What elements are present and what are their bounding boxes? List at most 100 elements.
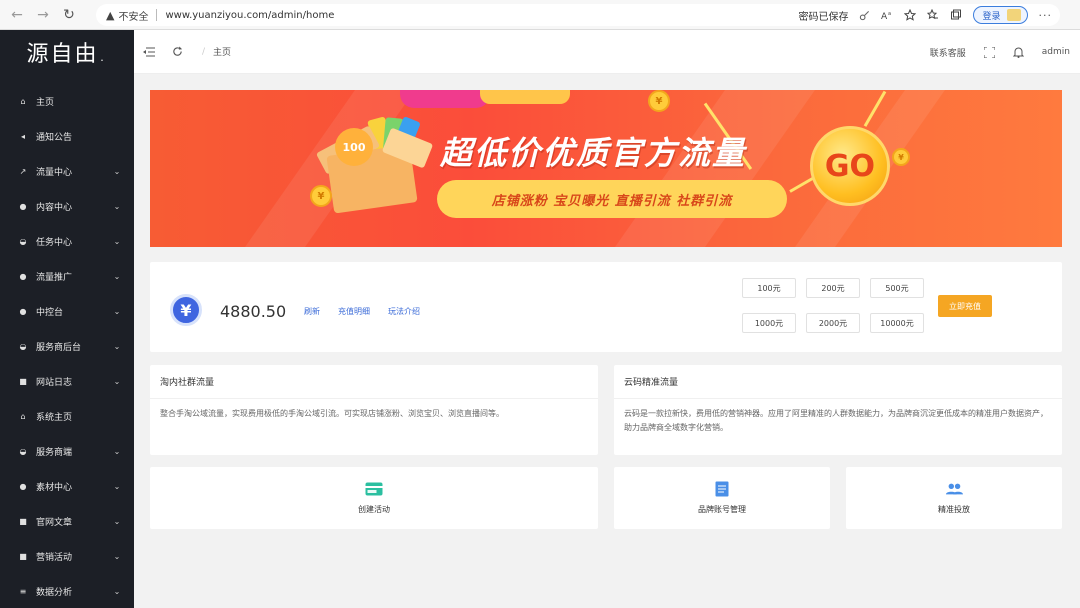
sidebar-item[interactable]: ◂ 通知公告 xyxy=(0,119,134,154)
yen-coin-icon: ¥ xyxy=(892,148,910,166)
forward-icon[interactable]: → xyxy=(30,2,56,28)
sidebar-item[interactable]: ● 中控台 ⌄ xyxy=(0,294,134,329)
material-icon: ● xyxy=(19,482,27,491)
favorite-add-icon[interactable] xyxy=(904,9,917,21)
amount-option-500[interactable]: 500元 xyxy=(870,278,924,298)
chevron-down-icon[interactable]: ⌄ xyxy=(112,377,122,386)
info-card-title: 云码精准流量 xyxy=(614,365,1062,399)
sidebar-item-label: 网站日志 xyxy=(36,378,73,388)
breadcrumb-separator: / xyxy=(202,46,206,57)
chevron-down-icon[interactable]: ⌄ xyxy=(112,552,122,561)
menu-fold-icon[interactable] xyxy=(142,45,156,59)
sidebar: 源自由. ⌂ 主页 ◂ 通知公告 ↗ 流量中心 ⌄ ● 内容中心 ⌄ ◒ 任务中心 ⌄ ● 流量推广 ⌄ ● 中控… xyxy=(0,30,134,608)
info-card-taonei[interactable]: 淘内社群流量 整合手淘公域流量，实现费用极低的手淘公域引流。可实现店铺涨粉、浏览… xyxy=(150,365,598,455)
sidebar-item-label: 中控台 xyxy=(36,308,64,318)
amount-option-100[interactable]: 100元 xyxy=(742,278,796,298)
amount-option-10000[interactable]: 10000元 xyxy=(870,313,924,333)
sidebar-item[interactable]: ● 流量推广 ⌄ xyxy=(0,259,134,294)
svg-text:A: A xyxy=(881,12,888,21)
brand-account-card[interactable]: 品牌账号管理 xyxy=(614,467,830,529)
sidebar-item-label: 营销活动 xyxy=(36,553,73,563)
sidebar-item[interactable]: ■ 网站日志 ⌄ xyxy=(0,364,134,399)
marketing-icon: ■ xyxy=(19,552,27,561)
home-icon: ⌂ xyxy=(20,97,26,106)
promo-banner[interactable]: 100 ¥ ¥ ¥ 超低价优质官方流量 店铺涨粉 宝贝曝光 直播引流 社群引流 … xyxy=(150,90,1062,247)
provider-icon: ◒ xyxy=(19,342,27,351)
key-icon[interactable] xyxy=(859,10,870,21)
sidebar-item[interactable]: ≡ 数据分析 ⌄ xyxy=(0,574,134,608)
sidebar-item-label: 服务商端 xyxy=(36,448,73,458)
fullscreen-icon[interactable] xyxy=(983,46,995,58)
favorites-icon[interactable] xyxy=(927,9,939,21)
chevron-down-icon[interactable]: ⌄ xyxy=(112,167,122,176)
chevron-down-icon[interactable]: ⌄ xyxy=(112,272,122,281)
sidebar-item-label: 任务中心 xyxy=(36,238,73,248)
profile-avatar-icon xyxy=(1006,9,1021,21)
recharge-detail-link[interactable]: 充值明细 xyxy=(338,306,370,317)
info-card-body: 整合手淘公域流量，实现费用极低的手淘公域引流。可实现店铺涨粉、浏览宝贝、浏览直播… xyxy=(160,409,504,418)
play-intro-link[interactable]: 玩法介绍 xyxy=(388,306,420,317)
svg-text:a: a xyxy=(888,11,891,17)
refresh-icon[interactable] xyxy=(170,45,184,59)
go-button[interactable]: GO xyxy=(810,126,890,206)
create-activity-card[interactable]: 创建活动 xyxy=(150,467,598,529)
sidebar-item-label: 系统主页 xyxy=(36,413,73,423)
info-card-yunma[interactable]: 云码精准流量 云码是一款拉新快，费用低的营销神器。应用了阿里精准的人群数据能力，… xyxy=(614,365,1062,455)
contact-service-link[interactable]: 联系客服 xyxy=(930,46,966,59)
back-icon[interactable]: ← xyxy=(4,2,30,28)
collections-icon[interactable] xyxy=(950,9,962,21)
recharge-now-button[interactable]: 立即充值 xyxy=(938,295,992,317)
chevron-down-icon[interactable]: ⌄ xyxy=(112,237,122,246)
url-text[interactable]: www.yuanziyou.com/admin/home xyxy=(165,10,334,21)
chevron-down-icon[interactable]: ⌄ xyxy=(112,482,122,491)
info-card-title: 淘内社群流量 xyxy=(150,365,598,399)
warning-icon[interactable]: ▲ xyxy=(106,9,114,22)
chevron-down-icon[interactable]: ⌄ xyxy=(112,202,122,211)
banner-tagline: 店铺涨粉 宝贝曝光 直播引流 社群引流 xyxy=(437,180,787,218)
more-icon[interactable]: ··· xyxy=(1039,9,1053,22)
sidebar-item[interactable]: ↗ 流量中心 ⌄ xyxy=(0,154,134,189)
user-menu[interactable]: admin xyxy=(1042,47,1070,57)
sidebar-item[interactable]: ◒ 任务中心 ⌄ xyxy=(0,224,134,259)
speaker-icon: ◂ xyxy=(20,132,25,141)
sidebar-item-label: 通知公告 xyxy=(36,133,73,143)
analytics-icon: ≡ xyxy=(19,587,27,596)
sidebar-item[interactable]: ■ 营销活动 ⌄ xyxy=(0,539,134,574)
browser-toolbar: ← → ↻ ▲ 不安全 www.yuanziyou.com/admin/home… xyxy=(0,0,1080,30)
coin-100-icon: 100 xyxy=(335,128,373,166)
sidebar-item[interactable]: ● 内容中心 ⌄ xyxy=(0,189,134,224)
sidebar-item-label: 服务商后台 xyxy=(36,343,82,353)
banner-title: 超低价优质官方流量 xyxy=(440,134,747,172)
logo[interactable]: 源自由. xyxy=(0,30,134,74)
promote-icon: ● xyxy=(19,272,27,281)
chevron-down-icon[interactable]: ⌄ xyxy=(112,342,122,351)
amount-option-200[interactable]: 200元 xyxy=(806,278,860,298)
chevron-down-icon[interactable]: ⌄ xyxy=(112,307,122,316)
precise-delivery-card[interactable]: 精准投放 xyxy=(846,467,1062,529)
card-icon xyxy=(365,482,383,496)
provider-end-icon: ◒ xyxy=(19,447,27,456)
sidebar-item[interactable]: ◒ 服务商端 ⌄ xyxy=(0,434,134,469)
password-saved-label[interactable]: 密码已保存 xyxy=(798,8,848,23)
chevron-down-icon[interactable]: ⌄ xyxy=(112,517,122,526)
sidebar-item[interactable]: ⌂ 系统主页 xyxy=(0,399,134,434)
sidebar-item[interactable]: ● 素材中心 ⌄ xyxy=(0,469,134,504)
yen-coin-icon: ¥ xyxy=(648,90,670,112)
read-aloud-icon[interactable]: Aa xyxy=(881,10,893,21)
users-icon xyxy=(945,482,963,496)
sidebar-item[interactable]: ■ 官网文章 ⌄ xyxy=(0,504,134,539)
reload-icon[interactable]: ↻ xyxy=(56,2,82,28)
sidebar-item[interactable]: ◒ 服务商后台 ⌄ xyxy=(0,329,134,364)
address-bar[interactable]: ▲ 不安全 www.yuanziyou.com/admin/home 密码已保存… xyxy=(96,4,1060,26)
amount-option-2000[interactable]: 2000元 xyxy=(806,313,860,333)
amount-option-1000[interactable]: 1000元 xyxy=(742,313,796,333)
refresh-link[interactable]: 刷新 xyxy=(304,306,320,317)
sidebar-item[interactable]: ⌂ 主页 xyxy=(0,84,134,119)
security-status[interactable]: 不安全 xyxy=(118,8,148,23)
bell-icon[interactable] xyxy=(1012,46,1024,58)
breadcrumb[interactable]: 主页 xyxy=(213,45,231,58)
login-button[interactable]: 登录 xyxy=(973,6,1028,24)
chevron-down-icon[interactable]: ⌄ xyxy=(112,587,122,596)
banner-decoration xyxy=(400,90,490,108)
chevron-down-icon[interactable]: ⌄ xyxy=(112,447,122,456)
